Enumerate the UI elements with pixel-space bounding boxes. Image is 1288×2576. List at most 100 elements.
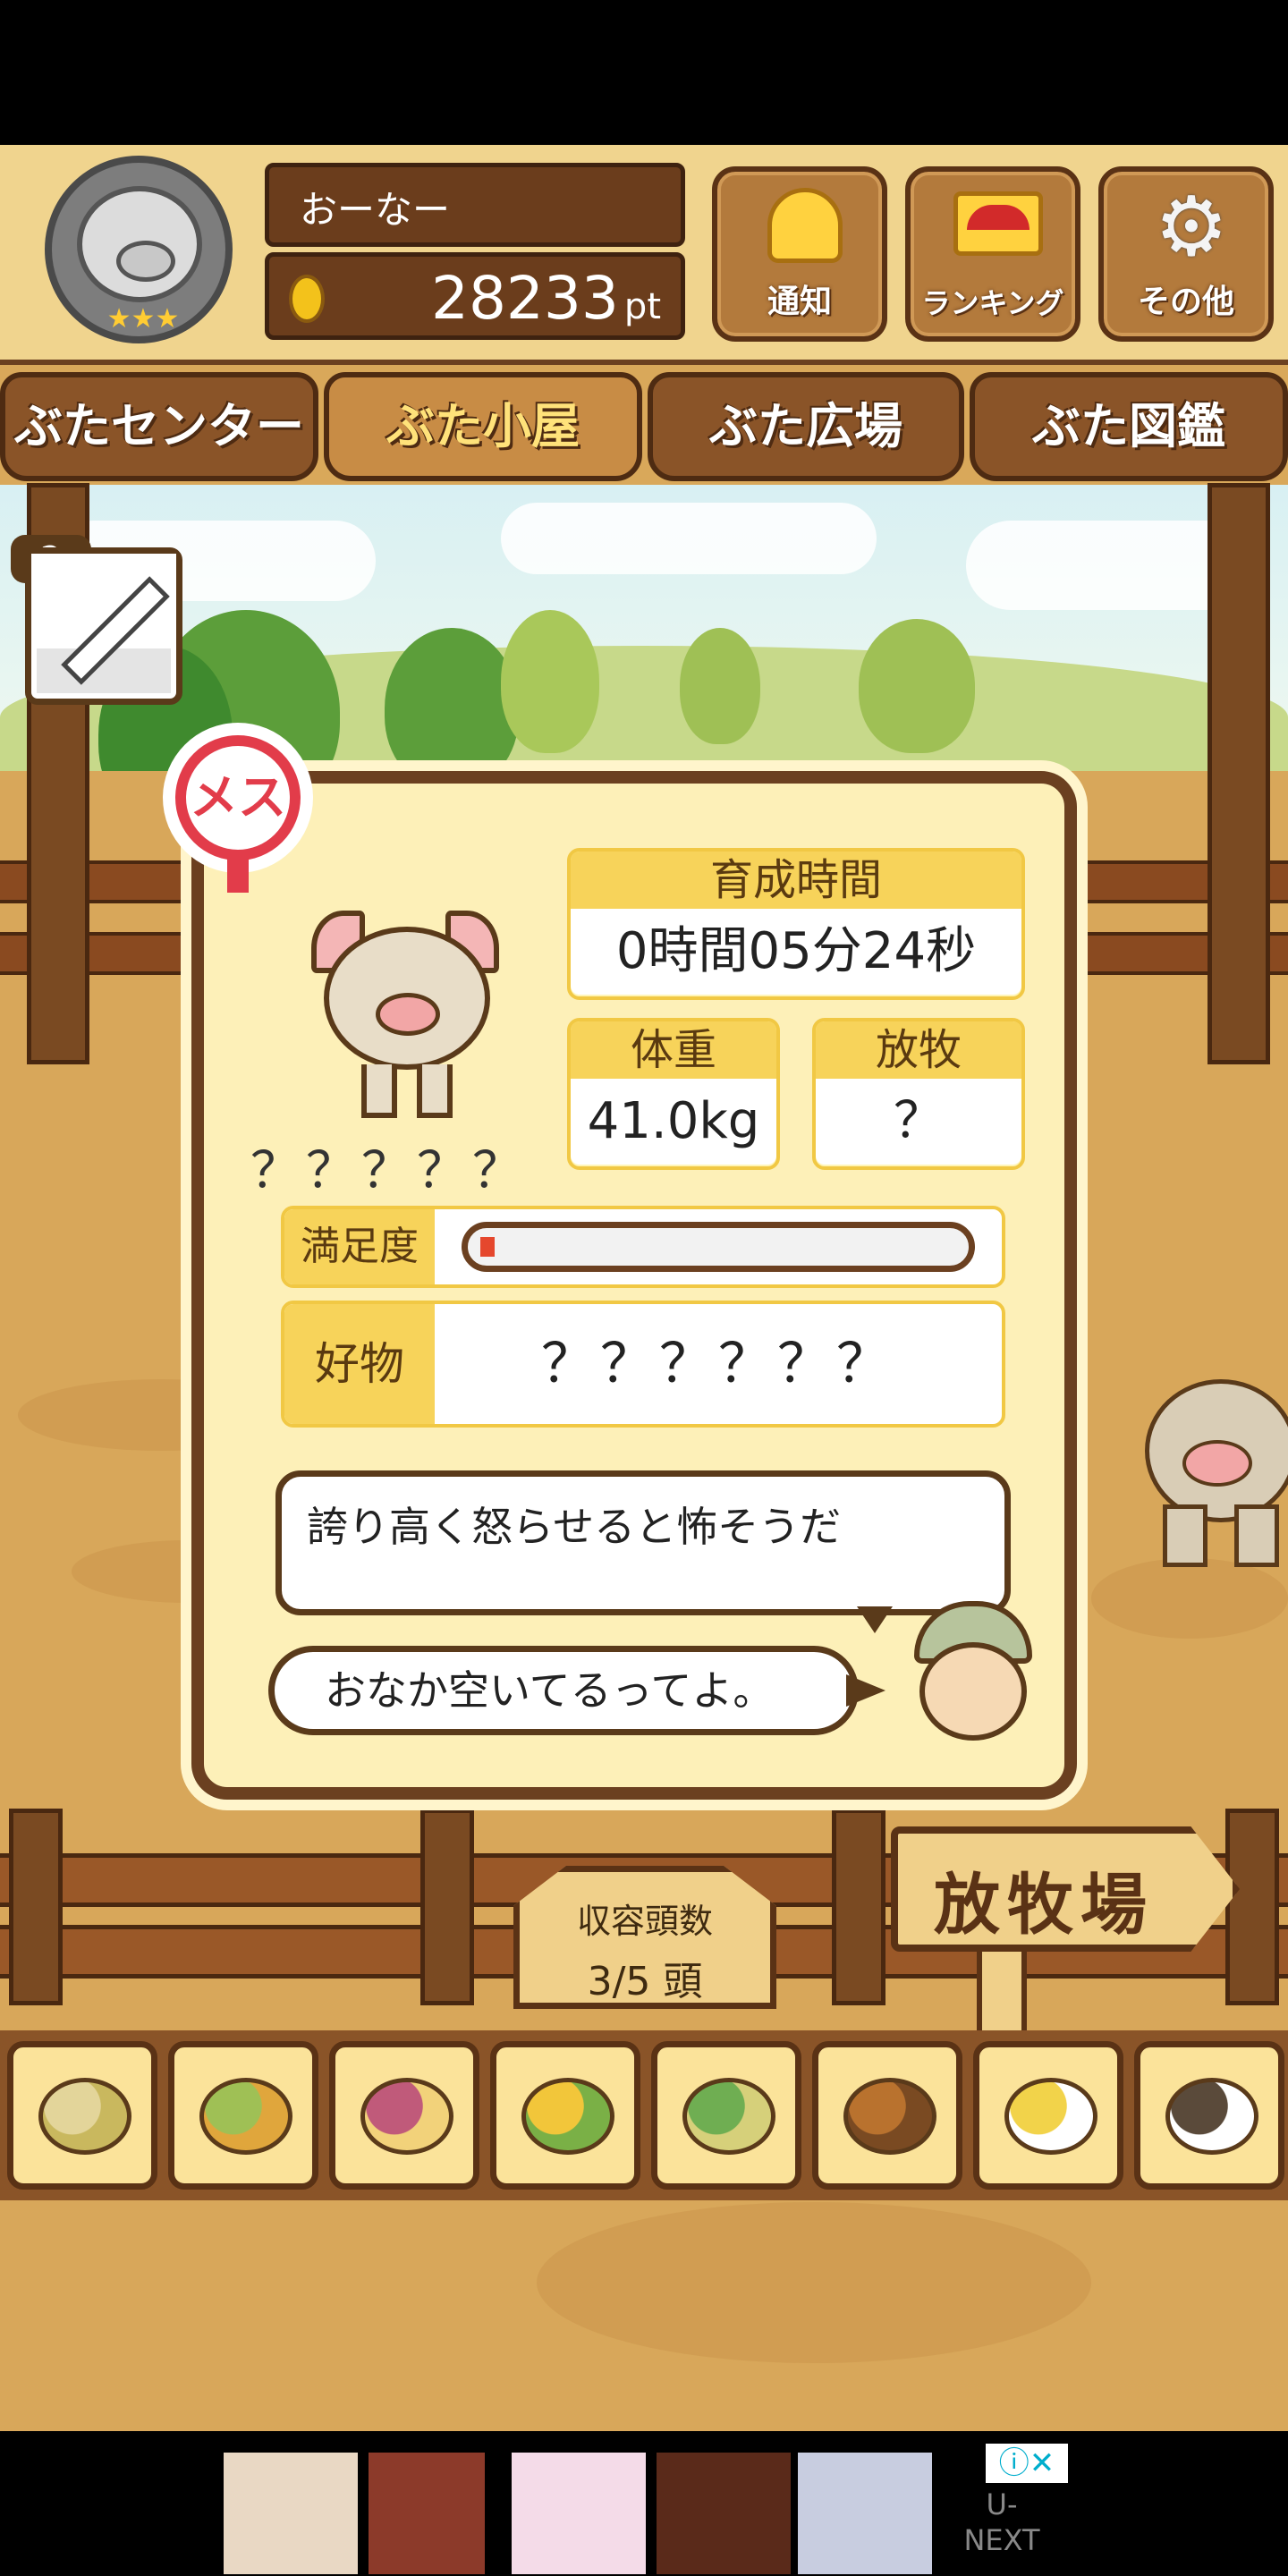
food-item-button[interactable] [168,2041,318,2190]
points-display: 28233 pt [431,264,661,333]
ad-comic-cover[interactable] [224,2453,358,2574]
ad-comic-cover[interactable] [369,2453,485,2574]
ground-spot [1091,1558,1288,1639]
status-bar [0,0,1288,145]
food-item-button[interactable] [329,2041,479,2190]
favorite-label: 好物 [284,1304,435,1424]
graze-box: 放牧 ？ [812,1018,1025,1170]
tab-buta-zukan[interactable]: ぶた図鑑 [970,372,1288,481]
tree [385,628,519,789]
wandering-pig [1109,1361,1288,1567]
truffle-plate-icon [1165,2078,1258,2155]
tree [501,610,599,753]
fence-post [420,1809,474,2005]
fence-post [9,1809,63,2005]
pig-description: 誇り高く怒らせると怖そうだ [307,1503,842,1551]
rank-stars: ★★★ [106,303,180,335]
ground-spot [537,2202,1091,2363]
satisfaction-bar [462,1222,975,1272]
crown-icon [953,191,1043,256]
tab-label: ぶた小屋 [386,398,580,454]
mixed-beans-icon [199,2078,292,2155]
bell-icon [767,188,843,263]
capacity-value: 3/5 頭 [587,1959,703,2004]
tree [859,619,975,753]
tab-label: ぶた図鑑 [1032,398,1225,454]
satisfaction-bar-fill [480,1237,495,1257]
satisfaction-row: 満足度 [281,1206,1005,1288]
tab-label: ぶたセンター [14,398,304,454]
food-item-button[interactable] [490,2041,640,2190]
cloud [501,503,877,574]
points-plate: 28233 pt [265,252,685,340]
tab-buta-center[interactable]: ぶたセンター [0,372,318,481]
ad-comic-cover[interactable] [657,2453,791,2574]
fence-post [1225,1809,1279,2005]
notify-button[interactable]: 通知 [712,166,887,342]
syringe-item-button[interactable] [25,547,182,705]
capacity-sign: 収容頭数 3/5 頭 [513,1866,776,2009]
food-item-button[interactable] [973,2041,1123,2190]
other-label: その他 [1137,284,1234,320]
favorite-value: ？？？？？？ [541,1333,895,1395]
acorn-leaf-icon [682,2078,775,2155]
ad-comic-cover[interactable] [512,2453,646,2574]
tab-buta-goya[interactable]: ぶた小屋 [324,372,642,481]
tab-buta-hiroba[interactable]: ぶた広場 [648,372,964,481]
pig-snout [376,993,440,1036]
farmer-face [919,1642,1027,1741]
farmer-comment-bubble: おなか空いてるってよ。 [268,1646,859,1735]
gear-icon: ⚙ [1154,179,1229,275]
food-item-button[interactable] [1134,2041,1284,2190]
coin-icon [289,275,325,323]
bubble-tail [857,1606,893,1633]
pasture-sign-button[interactable]: 放牧場 [891,1826,1240,1952]
pig-leg [417,1064,453,1118]
weight-box: 体重 41.0kg [567,1018,780,1170]
gender-stem [227,857,249,893]
weight-value: 41.0kg [571,1079,776,1165]
ad-brand: U- NEXT [963,2487,1040,2557]
tab-label: ぶた広場 [709,398,902,454]
food-item-button[interactable] [651,2041,801,2190]
ranking-label: ランキング [921,286,1064,320]
satisfaction-label: 満足度 [284,1209,435,1284]
acorn-icon [843,2078,936,2155]
fence-post [832,1809,886,2005]
raise-time-value: 0時間05分24秒 [571,909,1021,995]
favorite-row: 好物 ？？？？？？ [281,1301,1005,1428]
pig-leg [361,1064,397,1118]
avatar[interactable]: ★★★ [36,156,250,349]
raise-time-label: 育成時間 [571,852,1021,909]
comment-tail [846,1674,886,1707]
sweet-potato-icon [360,2078,453,2155]
weight-label: 体重 [571,1021,776,1079]
raise-time-box: 育成時間 0時間05分24秒 [567,848,1025,1000]
tree [680,628,760,744]
pig-description-bubble: 誇り高く怒らせると怖そうだ [275,1470,1011,1615]
food-item-button[interactable] [7,2041,157,2190]
ranking-button[interactable]: ランキング [905,166,1080,342]
pig-portrait [304,894,510,1127]
notify-label: 通知 [767,284,832,320]
gender-label: メス [175,735,301,860]
corn-icon [521,2078,614,2155]
points-value: 28233 [430,264,619,333]
header-bar: ★★★ おーなー 28233 pt 通知 ランキング ⚙ その他 [0,145,1288,365]
farmer-comment: おなか空いてるってよ。 [325,1666,775,1715]
graze-label: 放牧 [816,1021,1021,1079]
other-button[interactable]: ⚙ その他 [1098,166,1274,342]
graze-value: ？ [816,1079,1021,1165]
pig-name: ？？？？？ [250,1142,528,1200]
player-name: おーなー [300,188,451,232]
grain-plate-icon [1004,2078,1097,2155]
pasture-sign-label: 放牧場 [934,1867,1154,1944]
ad-banner[interactable]: ⓘ✕ U- NEXT [0,2431,1288,2576]
beans-icon [38,2078,131,2155]
ad-comic-cover[interactable] [798,2453,932,2574]
capacity-label: 収容頭数 [576,1902,713,1941]
ad-info-close-icon[interactable]: ⓘ✕ [986,2444,1068,2483]
points-unit: pt [623,286,661,327]
food-item-button[interactable] [812,2041,962,2190]
farmer-avatar [902,1601,1045,1744]
